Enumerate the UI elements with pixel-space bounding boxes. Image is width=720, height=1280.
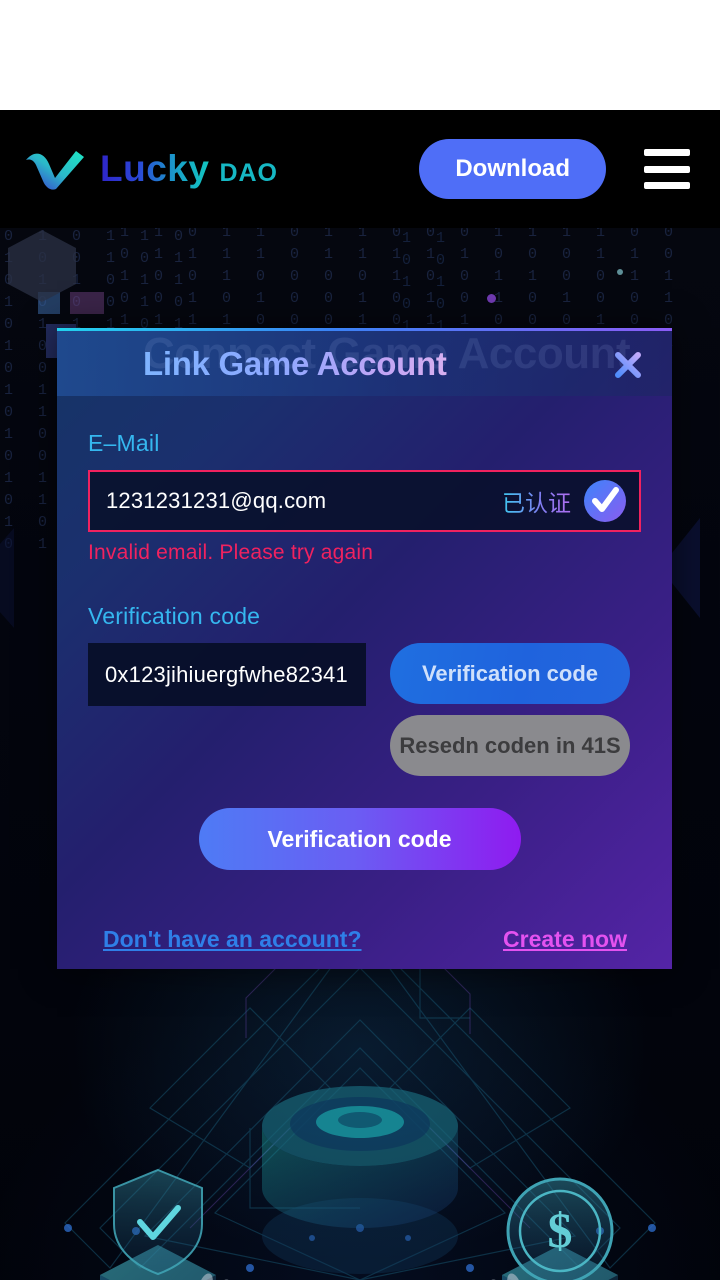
- modal-body: E–Mail 1231231231@qq.com 已认证 Invalid ema…: [57, 396, 672, 953]
- link-game-account-modal: Connect Game Account Link Game Account E…: [57, 328, 672, 969]
- verification-code-row: 0x123jihiuergfwhe82341 Verification code…: [88, 643, 641, 776]
- email-value[interactable]: 1231231231@qq.com: [106, 488, 502, 514]
- send-verification-code-button[interactable]: Verification code: [390, 643, 630, 704]
- verification-code-value[interactable]: 0x123jihiuergfwhe82341: [105, 662, 348, 688]
- download-button[interactable]: Download: [419, 139, 606, 199]
- modal-header: Connect Game Account Link Game Account: [57, 329, 672, 396]
- close-icon[interactable]: [606, 343, 650, 387]
- verified-label: 已认证: [502, 484, 571, 518]
- email-field[interactable]: 1231231231@qq.com 已认证: [88, 470, 641, 532]
- no-account-link[interactable]: Don't have an account?: [103, 926, 362, 953]
- hamburger-bar-2: [644, 165, 690, 173]
- modal-title: Link Game Account: [143, 344, 447, 382]
- verification-code-label: Verification code: [88, 603, 261, 629]
- email-label: E–Mail: [88, 430, 160, 456]
- hamburger-bar-3: [644, 182, 690, 189]
- verification-actions: Verification code Resedn coden in 41S: [390, 643, 630, 776]
- resend-code-button[interactable]: Resedn coden in 41S: [390, 715, 630, 776]
- create-account-link[interactable]: Create now: [503, 926, 627, 953]
- svg-text:$: $: [548, 1202, 573, 1258]
- hamburger-bar-1: [644, 149, 690, 156]
- brand-suffix: DAO: [219, 159, 278, 187]
- verification-code-input[interactable]: 0x123jihiuergfwhe82341: [88, 643, 366, 706]
- top-white-area: [0, 0, 720, 110]
- brand-logo[interactable]: Lucky DAO: [24, 147, 278, 191]
- modal-footer-links: Don't have an account? Create now: [88, 926, 641, 953]
- email-error-message: Invalid email. Please try again: [88, 541, 374, 564]
- hamburger-menu-icon[interactable]: [644, 149, 690, 189]
- site-header: Lucky DAO Download: [0, 110, 720, 228]
- checkmark-logo-icon: [24, 147, 86, 191]
- brand-name: Lucky: [100, 148, 210, 189]
- submit-row: Verification code: [88, 808, 641, 870]
- submit-verification-button[interactable]: Verification code: [198, 808, 521, 870]
- verified-check-badge-icon: [583, 479, 627, 523]
- page-root: Lucky DAO Download 0 1 0 1 1 0 1 0 0 1 0…: [0, 0, 720, 1280]
- brand-wordmark: Lucky DAO: [100, 148, 278, 190]
